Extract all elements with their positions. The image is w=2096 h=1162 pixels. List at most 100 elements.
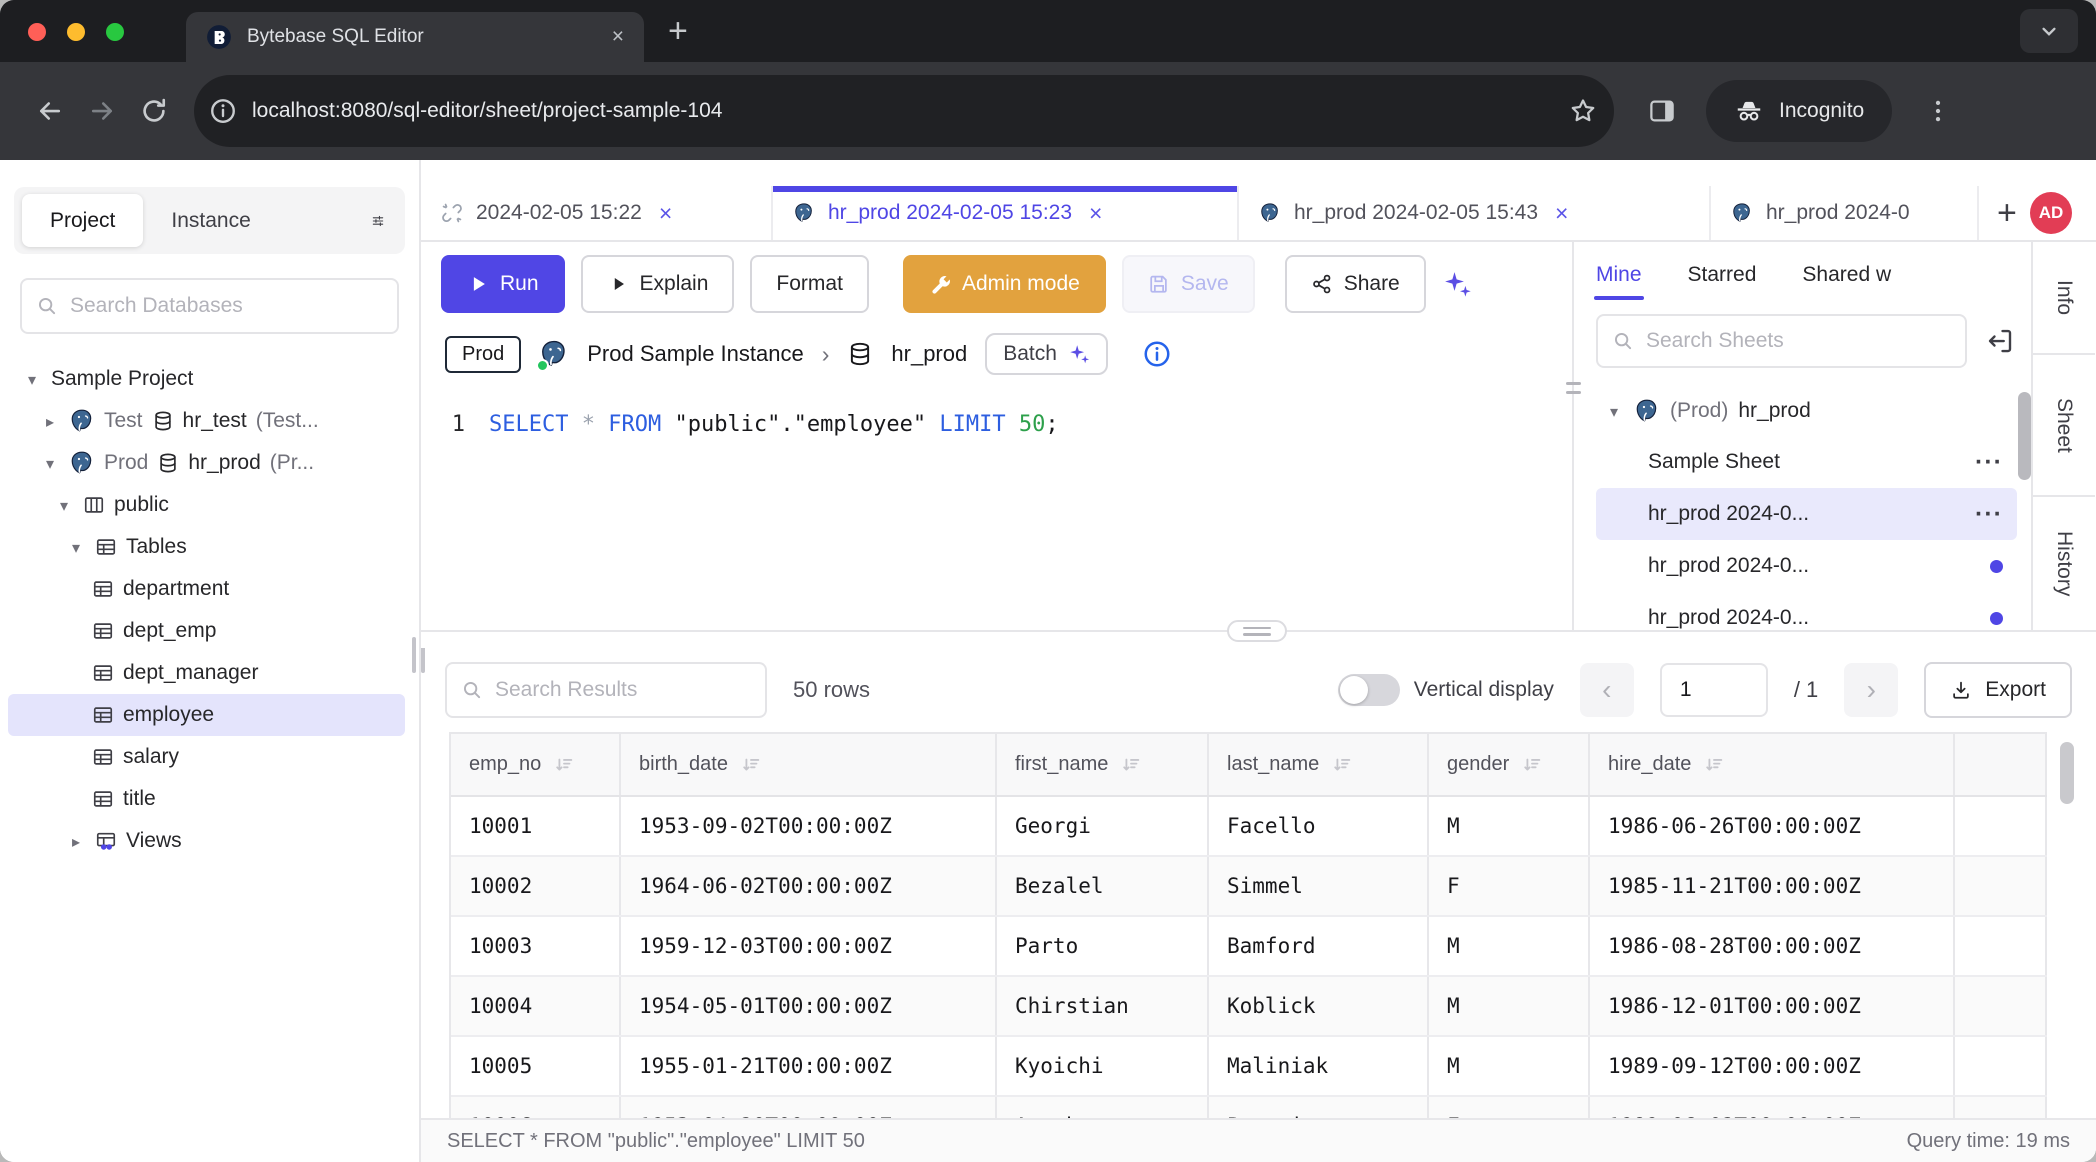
page-input[interactable]: [1660, 663, 1768, 717]
close-window-button[interactable]: [28, 23, 46, 41]
table-cell[interactable]: F: [1429, 857, 1590, 915]
table-cell[interactable]: 10006: [451, 1097, 621, 1118]
caret-down-icon[interactable]: ▾: [22, 370, 42, 389]
table-cell[interactable]: Georgi: [997, 797, 1209, 855]
results-search-input[interactable]: [495, 678, 751, 702]
table-cell[interactable]: Preusig: [1209, 1097, 1429, 1118]
filter-settings-icon[interactable]: [371, 208, 397, 234]
table-cell[interactable]: 1964-06-02T00:00:00Z: [621, 857, 997, 915]
column-header-birth_date[interactable]: birth_date: [621, 734, 997, 795]
table-cell[interactable]: 1985-11-21T00:00:00Z: [1590, 857, 1955, 915]
export-button[interactable]: Export: [1924, 662, 2072, 718]
results-search[interactable]: [445, 662, 767, 718]
sheet-search[interactable]: [1596, 314, 1967, 368]
tree-item-selected[interactable]: employee: [8, 694, 405, 736]
admin-mode-button[interactable]: Admin mode: [903, 255, 1106, 313]
tree-item[interactable]: ▸Views: [8, 820, 405, 862]
table-cell[interactable]: M: [1429, 977, 1590, 1035]
database-name[interactable]: hr_prod: [891, 341, 967, 367]
bookmark-star-icon[interactable]: [1568, 96, 1598, 126]
tab-starred[interactable]: Starred: [1688, 263, 1757, 287]
collapse-panel-icon[interactable]: [1985, 326, 2015, 356]
tree-item[interactable]: ▾Sample Project: [8, 358, 405, 400]
database-search-input[interactable]: [70, 294, 383, 318]
batch-button[interactable]: Batch: [985, 333, 1108, 375]
column-header-gender[interactable]: gender: [1429, 734, 1590, 795]
column-header-first_name[interactable]: first_name: [997, 734, 1209, 795]
close-browser-tab-icon[interactable]: ×: [612, 25, 624, 49]
close-sheet-tab-icon[interactable]: ×: [659, 200, 672, 227]
tab-mine[interactable]: Mine: [1596, 263, 1642, 287]
sheet-tab[interactable]: hr_prod 2024-02-05 15:43×: [1239, 186, 1711, 240]
tree-item[interactable]: dept_emp: [8, 610, 405, 652]
table-cell[interactable]: M: [1429, 917, 1590, 975]
table-cell[interactable]: Maliniak: [1209, 1037, 1429, 1095]
table-cell[interactable]: Chirstian: [997, 977, 1209, 1035]
table-cell[interactable]: Kyoichi: [997, 1037, 1209, 1095]
table-cell[interactable]: 10003: [451, 917, 621, 975]
caret-down-icon[interactable]: ▾: [66, 538, 86, 557]
rail-tab-history[interactable]: History: [2033, 497, 2095, 630]
run-button[interactable]: Run: [441, 255, 565, 313]
table-cell[interactable]: 1954-05-01T00:00:00Z: [621, 977, 997, 1035]
new-sheet-button[interactable]: +: [1979, 186, 2035, 240]
tree-item[interactable]: dept_manager: [8, 652, 405, 694]
table-cell[interactable]: Koblick: [1209, 977, 1429, 1035]
close-sheet-tab-icon[interactable]: ×: [1555, 200, 1568, 227]
caret-right-icon[interactable]: ▸: [66, 832, 86, 851]
tree-item[interactable]: ▸Testhr_test(Test...: [8, 400, 405, 442]
instance-name[interactable]: Prod Sample Instance: [587, 341, 803, 367]
sheet-list-item[interactable]: hr_prod 2024-0...: [1596, 540, 2017, 592]
table-cell[interactable]: 10005: [451, 1037, 621, 1095]
tree-item[interactable]: salary: [8, 736, 405, 778]
rail-tab-sheet[interactable]: Sheet: [2033, 355, 2095, 497]
caret-down-icon[interactable]: ▾: [54, 496, 74, 515]
tree-item[interactable]: ▾Tables: [8, 526, 405, 568]
table-cell[interactable]: M: [1429, 797, 1590, 855]
prev-page-button[interactable]: ‹: [1580, 663, 1634, 717]
sql-code-editor[interactable]: 1 SELECT * FROM "public"."employee" LIMI…: [421, 387, 1572, 630]
ai-sparkle-icon[interactable]: [1442, 269, 1472, 299]
table-cell[interactable]: 1989-06-02T00:00:00Z: [1590, 1097, 1955, 1118]
vertical-display-toggle[interactable]: [1338, 674, 1400, 706]
save-button[interactable]: Save: [1122, 255, 1255, 313]
table-cell[interactable]: 1986-08-28T00:00:00Z: [1590, 917, 1955, 975]
rail-tab-info[interactable]: Info: [2033, 242, 2095, 355]
maximize-window-button[interactable]: [106, 23, 124, 41]
caret-down-icon[interactable]: ▾: [40, 454, 60, 473]
tab-search-button[interactable]: [2020, 9, 2078, 53]
browser-tab[interactable]: Bytebase SQL Editor ×: [186, 12, 644, 62]
sheet-tab[interactable]: 2024-02-05 15:22×: [421, 186, 773, 240]
table-cell[interactable]: 1959-12-03T00:00:00Z: [621, 917, 997, 975]
item-menu-icon[interactable]: ···: [1975, 509, 2003, 519]
column-header-emp_no[interactable]: emp_no: [451, 734, 621, 795]
column-header-last_name[interactable]: last_name: [1209, 734, 1429, 795]
table-cell[interactable]: 1953-09-02T00:00:00Z: [621, 797, 997, 855]
tree-item[interactable]: ▾Prodhr_prod(Pr...: [8, 442, 405, 484]
back-button[interactable]: [24, 85, 76, 137]
sheet-list-item[interactable]: Sample Sheet···: [1596, 436, 2017, 488]
table-cell[interactable]: Simmel: [1209, 857, 1429, 915]
table-cell[interactable]: 1953-04-20T00:00:00Z: [621, 1097, 997, 1118]
side-panel-button[interactable]: [1636, 85, 1688, 137]
table-cell[interactable]: 10001: [451, 797, 621, 855]
sheet-tab[interactable]: hr_prod 2024-0: [1711, 186, 1979, 240]
column-header-hire_date[interactable]: hire_date: [1590, 734, 1955, 795]
table-cell[interactable]: 10004: [451, 977, 621, 1035]
new-browser-tab-button[interactable]: +: [644, 0, 712, 62]
split-drag-handle[interactable]: [1227, 620, 1287, 642]
table-cell[interactable]: M: [1429, 1037, 1590, 1095]
share-button[interactable]: Share: [1285, 255, 1426, 313]
reload-button[interactable]: [128, 85, 180, 137]
tab-project[interactable]: Project: [22, 194, 143, 247]
caret-right-icon[interactable]: ▸: [40, 412, 60, 431]
table-cell[interactable]: Bezalel: [997, 857, 1209, 915]
sheet-group-clipped[interactable]: ▸(Test)hr_test: [1596, 378, 2017, 386]
table-cell[interactable]: Facello: [1209, 797, 1429, 855]
tree-item[interactable]: department: [8, 568, 405, 610]
table-cell[interactable]: Bamford: [1209, 917, 1429, 975]
sheet-list-item[interactable]: hr_prod 2024-0...: [1596, 592, 2017, 630]
table-cell[interactable]: 1955-01-21T00:00:00Z: [621, 1037, 997, 1095]
table-scrollbar[interactable]: [2060, 742, 2074, 804]
table-cell[interactable]: 1986-12-01T00:00:00Z: [1590, 977, 1955, 1035]
